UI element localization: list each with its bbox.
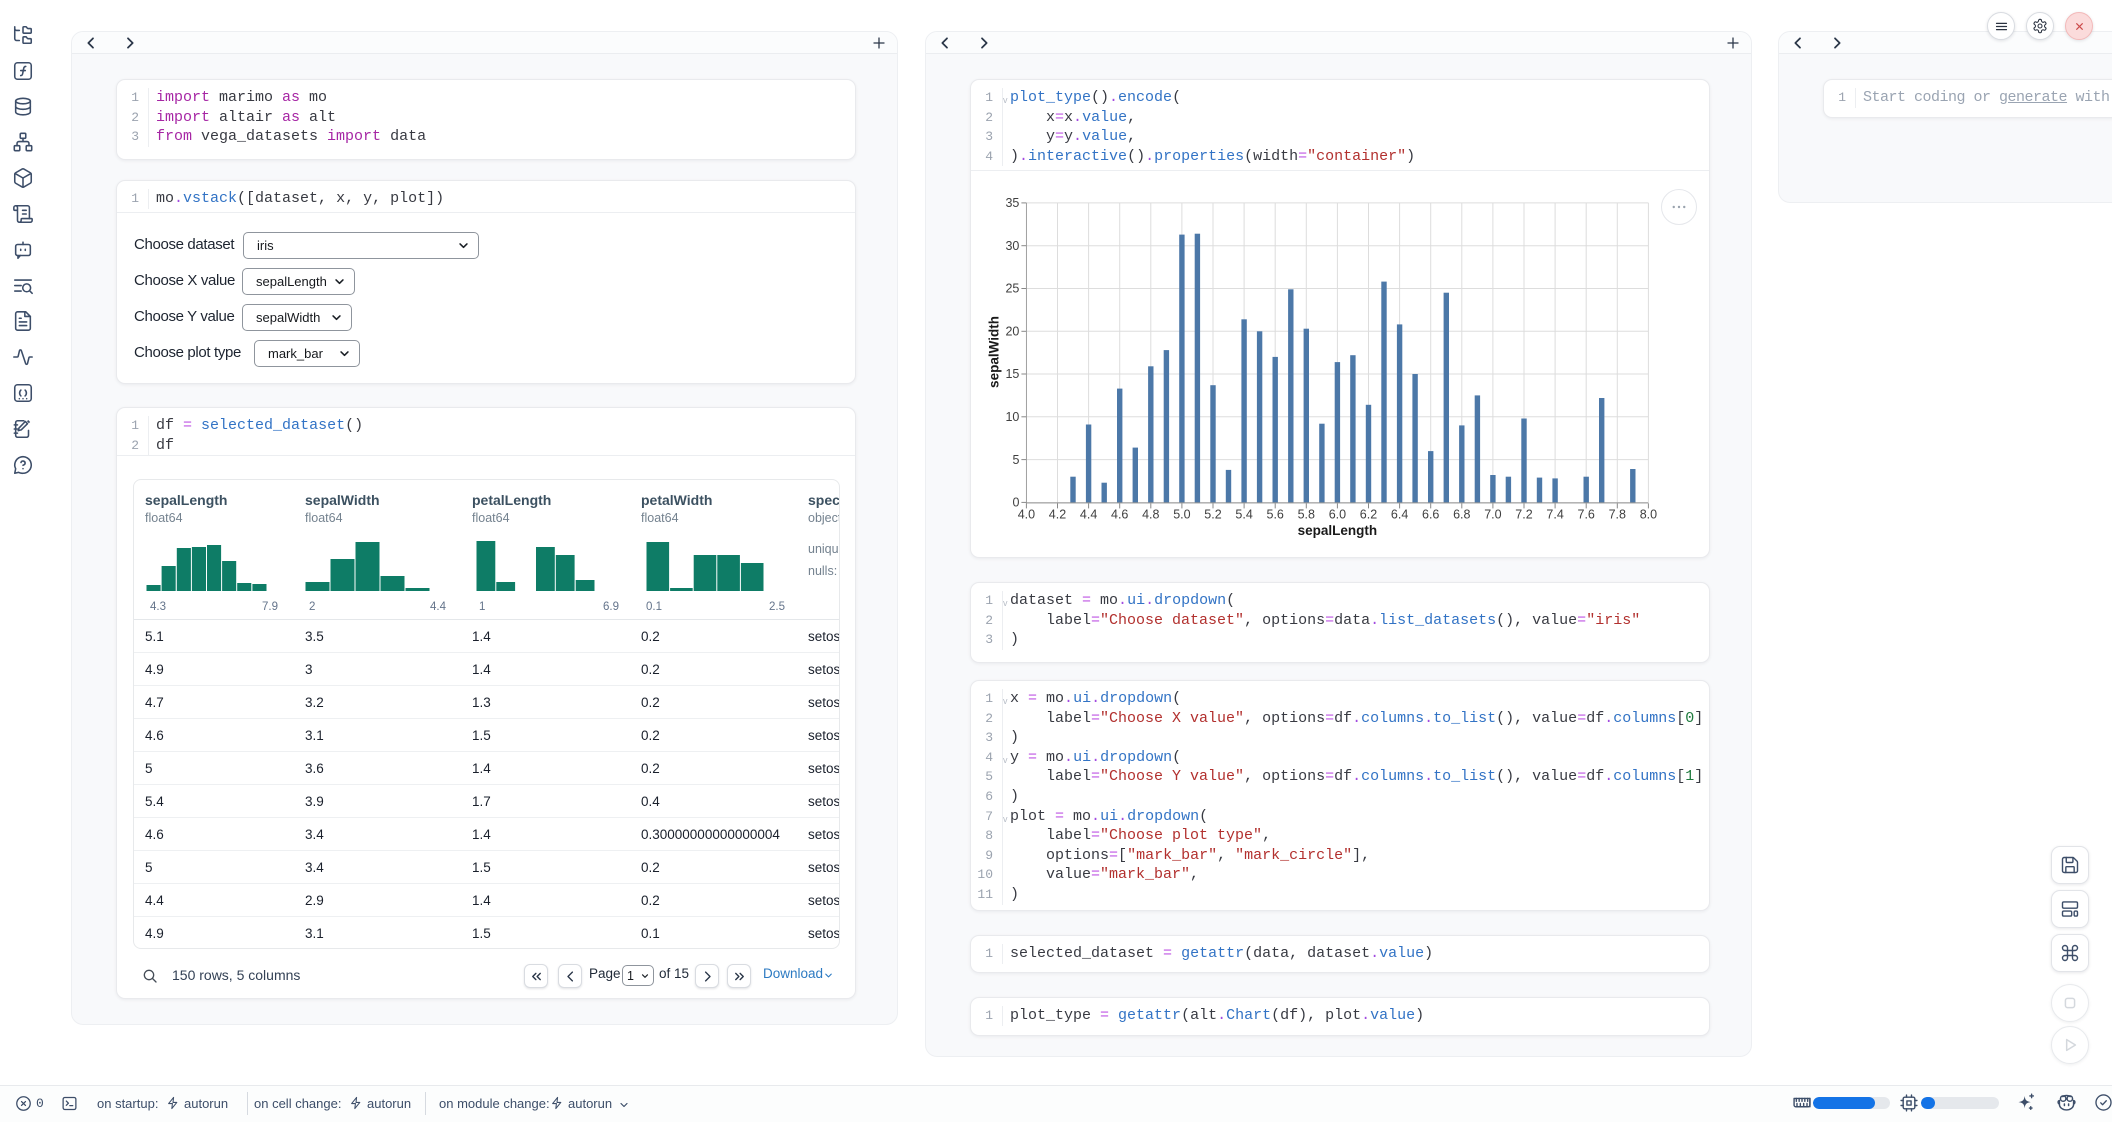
svg-text:7.4: 7.4 xyxy=(1546,508,1563,522)
svg-text:4.0: 4.0 xyxy=(1018,508,1035,522)
svg-text:15: 15 xyxy=(1005,367,1019,381)
svg-text:6.8: 6.8 xyxy=(1453,508,1470,522)
svg-text:25: 25 xyxy=(1005,282,1019,296)
svg-text:5.6: 5.6 xyxy=(1267,508,1284,522)
svg-text:6.4: 6.4 xyxy=(1391,508,1408,522)
svg-text:6.2: 6.2 xyxy=(1360,508,1377,522)
svg-text:4.8: 4.8 xyxy=(1142,508,1159,522)
svg-text:4.4: 4.4 xyxy=(1080,508,1097,522)
svg-text:20: 20 xyxy=(1005,325,1019,339)
svg-text:7.2: 7.2 xyxy=(1515,508,1532,522)
svg-text:sepalLength: sepalLength xyxy=(1298,523,1378,538)
svg-text:30: 30 xyxy=(1005,239,1019,253)
svg-text:5: 5 xyxy=(1012,453,1019,467)
svg-text:7.0: 7.0 xyxy=(1484,508,1501,522)
svg-text:6.0: 6.0 xyxy=(1329,508,1346,522)
svg-text:4.2: 4.2 xyxy=(1049,508,1066,522)
svg-text:5.4: 5.4 xyxy=(1235,508,1252,522)
svg-text:6.6: 6.6 xyxy=(1422,508,1439,522)
svg-text:10: 10 xyxy=(1005,410,1019,424)
svg-text:7.6: 7.6 xyxy=(1578,508,1595,522)
svg-text:sepalWidth: sepalWidth xyxy=(987,316,1002,388)
svg-text:5.2: 5.2 xyxy=(1204,508,1221,522)
svg-text:35: 35 xyxy=(1005,196,1019,210)
svg-text:8.0: 8.0 xyxy=(1640,508,1657,522)
svg-text:5.8: 5.8 xyxy=(1298,508,1315,522)
svg-text:4.6: 4.6 xyxy=(1111,508,1128,522)
svg-text:7.8: 7.8 xyxy=(1609,508,1626,522)
svg-text:5.0: 5.0 xyxy=(1173,508,1190,522)
